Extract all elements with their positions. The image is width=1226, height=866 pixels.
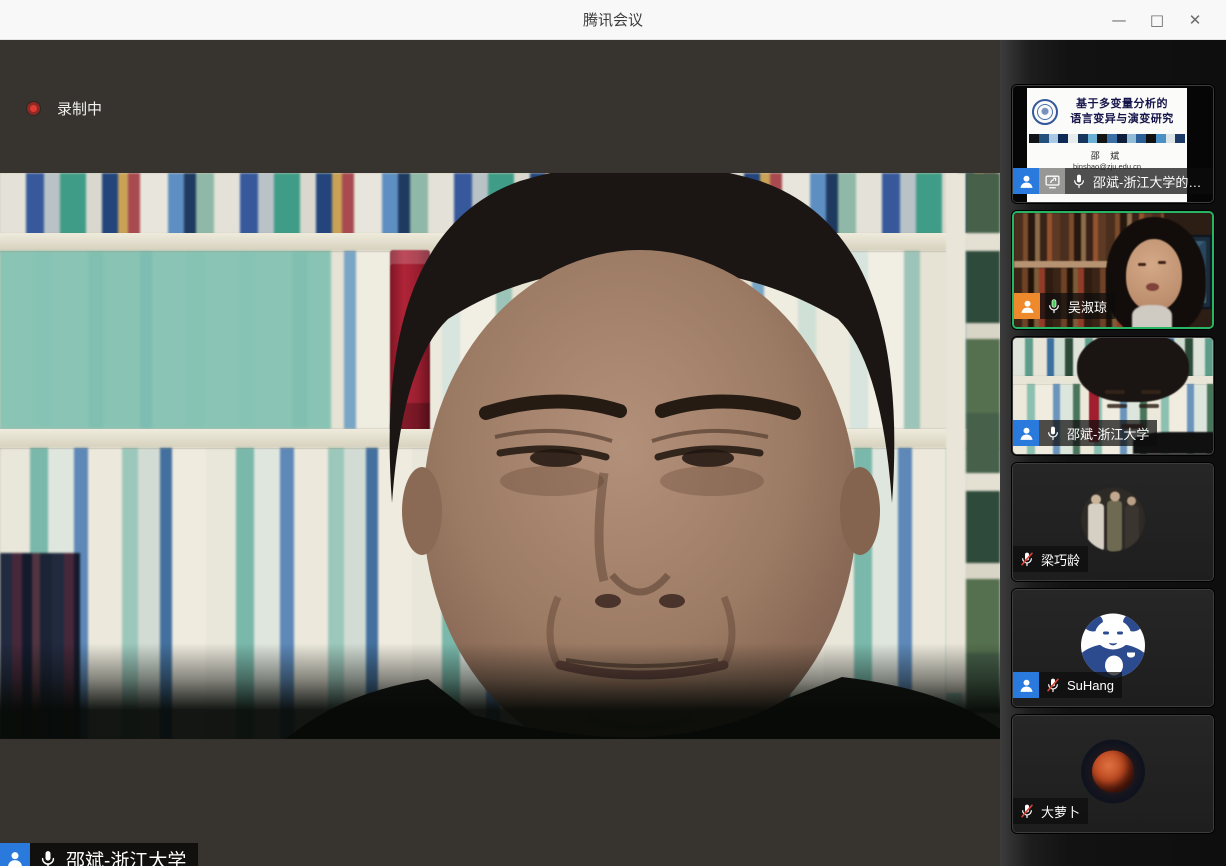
mic-on-icon bbox=[38, 849, 58, 866]
slide-author: 邵 斌 bbox=[1027, 149, 1187, 162]
participant-name-row: SuHang bbox=[1013, 672, 1122, 698]
red-moon-avatar bbox=[1092, 750, 1134, 792]
window-title: 腾讯会议 bbox=[583, 9, 643, 30]
participant-name-row: 邵斌-浙江大学 bbox=[1013, 420, 1157, 446]
meeting-window: 腾讯会议 — □ ✕ 录制中 bbox=[0, 0, 1226, 866]
participant-name: SuHang bbox=[1067, 678, 1114, 693]
person-badge-icon bbox=[1013, 420, 1039, 446]
participant-name: 邵斌-浙江大学 bbox=[1067, 424, 1149, 443]
minimize-button[interactable]: — bbox=[1102, 0, 1136, 40]
person-icon bbox=[1018, 425, 1035, 442]
maximize-button[interactable]: □ bbox=[1140, 0, 1174, 40]
participant-thumbnail[interactable]: 大萝卜 bbox=[1012, 715, 1214, 833]
avatar bbox=[1081, 613, 1145, 677]
participant-name: 梁巧龄 bbox=[1041, 550, 1080, 569]
slide-title: 基于多变量分析的 语言变异与演变研究 bbox=[1061, 97, 1183, 127]
mic-on-icon bbox=[1045, 425, 1061, 441]
video-bottom-shadow bbox=[0, 643, 1000, 739]
participants-sidebar[interactable]: 基于多变量分析的 语言变异与演变研究 邵 斌 binshao@zju.edu.c… bbox=[1000, 40, 1226, 866]
participant-name-row: 邵斌-浙江大学的… bbox=[1013, 168, 1213, 194]
participant-name-row: 大萝卜 bbox=[1013, 798, 1088, 824]
person-badge-icon bbox=[0, 843, 30, 866]
participant-name: 邵斌-浙江大学的… bbox=[1093, 172, 1201, 191]
person-badge-icon bbox=[1013, 672, 1039, 698]
mic-speaking-icon bbox=[1046, 298, 1062, 314]
participant-thumbnail-active-speaker[interactable]: 吴淑琼 bbox=[1012, 211, 1214, 329]
mic-muted-icon bbox=[1019, 803, 1035, 819]
person-icon bbox=[5, 849, 25, 866]
participant-name-row: 梁巧龄 bbox=[1013, 546, 1088, 572]
mic-muted-icon bbox=[1045, 677, 1061, 693]
window-controls: — □ ✕ bbox=[1102, 0, 1212, 40]
participant-name-row: 吴淑琼 bbox=[1014, 293, 1115, 319]
recording-label: 录制中 bbox=[57, 98, 102, 119]
participant-thumbnail[interactable]: 邵斌-浙江大学 bbox=[1012, 337, 1214, 455]
participant-thumbnail[interactable]: SuHang bbox=[1012, 589, 1214, 707]
recording-indicator: 录制中 bbox=[27, 98, 102, 119]
participant-thumbnail-screen-share[interactable]: 基于多变量分析的 语言变异与演变研究 邵 斌 binshao@zju.edu.c… bbox=[1012, 85, 1214, 203]
main-stage: 录制中 bbox=[0, 40, 1000, 866]
screen-share-icon bbox=[1039, 168, 1065, 194]
avatar bbox=[1081, 487, 1145, 551]
participant-name: 大萝卜 bbox=[1041, 802, 1080, 821]
person-icon bbox=[1018, 677, 1035, 694]
person-badge-icon bbox=[1014, 293, 1040, 319]
close-button[interactable]: ✕ bbox=[1178, 0, 1212, 40]
record-icon bbox=[27, 102, 40, 115]
mic-muted-icon bbox=[1019, 551, 1035, 567]
title-bar: 腾讯会议 — □ ✕ bbox=[0, 0, 1226, 40]
university-seal-icon bbox=[1032, 99, 1058, 125]
main-speaker-name: 邵斌-浙江大学 bbox=[66, 846, 186, 866]
participant-thumbnail[interactable]: 梁巧龄 bbox=[1012, 463, 1214, 581]
slide-color-strip bbox=[1029, 134, 1185, 143]
avatar bbox=[1081, 739, 1145, 803]
person-badge-icon bbox=[1013, 168, 1039, 194]
mic-on-icon bbox=[1071, 173, 1087, 189]
person-icon bbox=[1019, 298, 1036, 315]
main-video[interactable] bbox=[0, 173, 1000, 739]
person-icon bbox=[1018, 173, 1035, 190]
participant-name: 吴淑琼 bbox=[1068, 297, 1107, 316]
main-speaker-name-tag: 邵斌-浙江大学 bbox=[0, 843, 198, 866]
